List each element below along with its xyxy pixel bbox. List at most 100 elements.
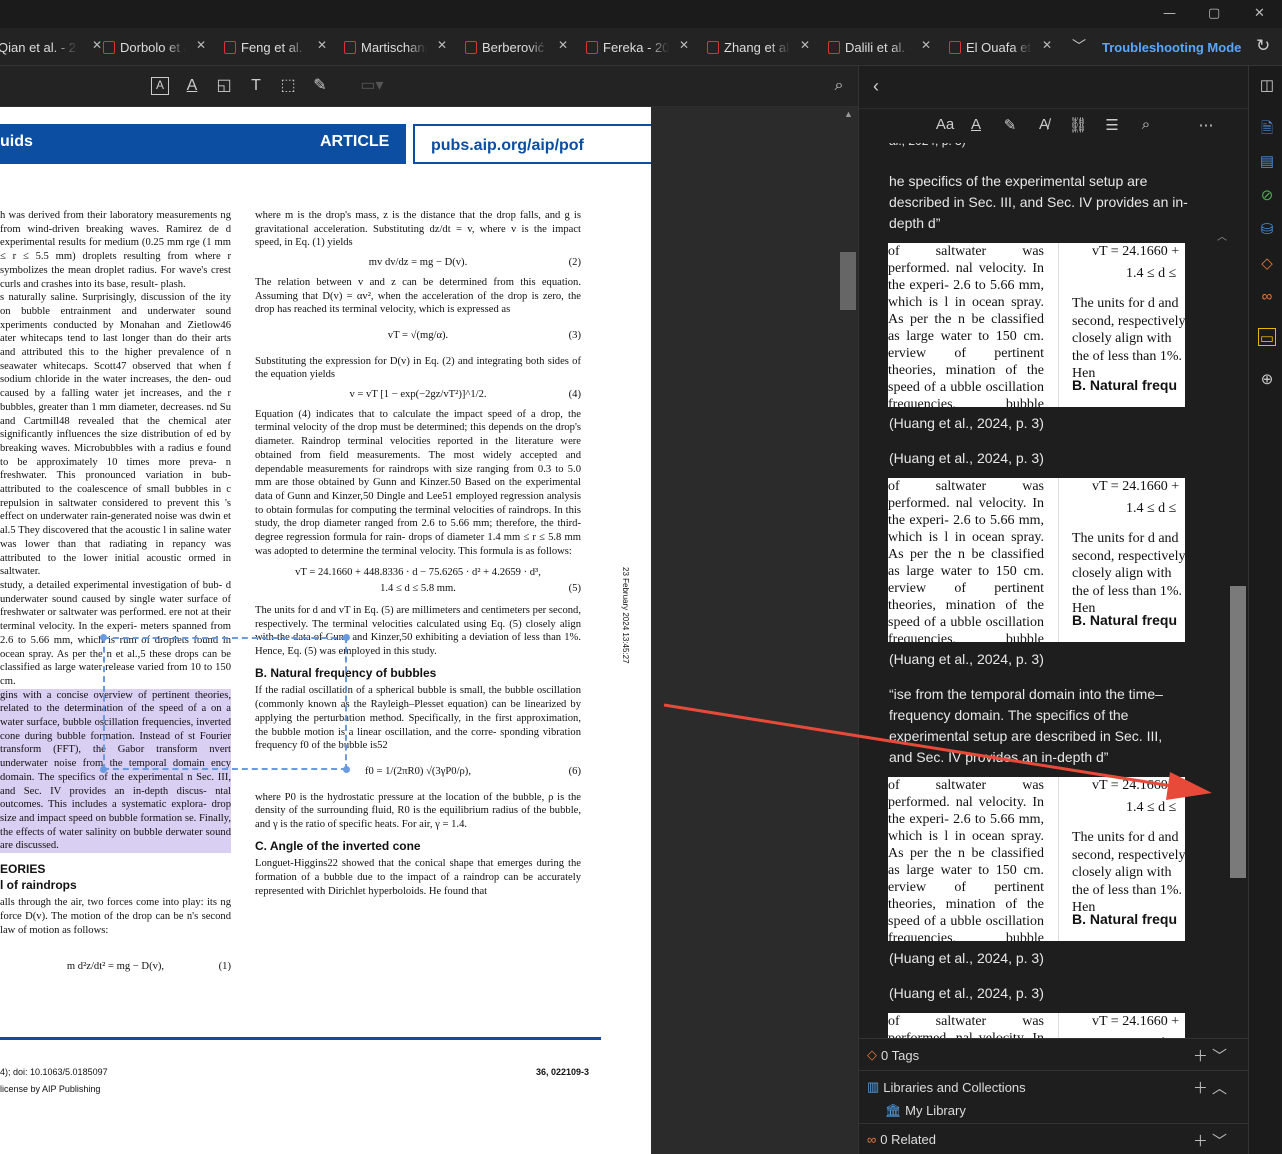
close-tab-icon[interactable]: ✕ xyxy=(92,38,102,52)
close-tab-icon[interactable]: ✕ xyxy=(1042,38,1052,52)
color-picker-icon[interactable]: ▭▾ xyxy=(357,77,387,95)
doi-text: 4); doi: 10.1063/5.0185097 xyxy=(0,1067,108,1077)
citation-icon[interactable]: ☰ xyxy=(1101,116,1123,136)
note-image-snippet[interactable]: of saltwater was performed. nal velocity… xyxy=(888,1013,1185,1038)
note-citation[interactable]: (Huang et al., 2024, p. 3) xyxy=(889,950,1044,966)
abstract-icon[interactable]: ▤ xyxy=(1258,152,1276,170)
note-image-snippet[interactable]: of saltwater was performed. nal velocity… xyxy=(888,478,1185,642)
tabs-overflow-chevron-icon[interactable]: ﹀ xyxy=(1072,36,1086,56)
link-icon[interactable]: ⛓ xyxy=(1067,116,1089,136)
pdf-page: uids ARTICLE pubs.aip.org/aip/pof h was … xyxy=(0,107,651,1154)
minimize-button[interactable]: — xyxy=(1163,6,1176,21)
my-library-item[interactable]: 🏛 My Library xyxy=(885,1103,966,1119)
maximize-button[interactable]: ▢ xyxy=(1208,6,1220,21)
tab-label: Feng et al. - xyxy=(241,39,307,55)
image-selection-box[interactable] xyxy=(103,637,347,770)
tab-document[interactable]: Zhang et al. ✕ xyxy=(707,28,814,66)
tab-document[interactable]: Dorbolo et al ✕ xyxy=(103,28,210,66)
note-citation[interactable]: (Huang et al., 2024, p. 3) xyxy=(889,415,1044,431)
selection-handle[interactable] xyxy=(100,634,107,641)
related-icon[interactable]: ∞ xyxy=(1258,288,1276,306)
close-tab-icon[interactable]: ✕ xyxy=(921,38,931,52)
back-icon[interactable]: ‹ xyxy=(873,76,879,97)
search-icon[interactable]: ⌕ xyxy=(1135,116,1157,136)
note-editor[interactable]: al., 2024, p. 3) he specifics of the exp… xyxy=(859,143,1233,1038)
note-image-snippet[interactable]: of saltwater was performed. nal velocity… xyxy=(888,243,1185,407)
highlight-text-icon[interactable]: A xyxy=(151,77,169,95)
tags-icon[interactable]: ◇ xyxy=(1258,254,1276,272)
note-quote[interactable]: “ise from the temporal domain into the t… xyxy=(889,684,1189,768)
tab-document[interactable]: Feng et al. - ✕ xyxy=(224,28,331,66)
notes-sidebar: ‹ Aa A ✎ A̸ ⛓ ☰ ⌕ ⋯ al., 2024, p. 3) he … xyxy=(858,66,1249,1154)
close-window-button[interactable]: ✕ xyxy=(1254,6,1265,21)
select-area-icon[interactable]: ⬚ xyxy=(279,77,297,95)
selection-handle[interactable] xyxy=(100,766,107,773)
reader-toolbar: A A ◱ T ⬚ ✎ ▭▾ ⌕ xyxy=(0,66,858,107)
scroll-up-icon[interactable]: ︿ xyxy=(1217,228,1227,243)
sync-icon[interactable]: ↻ xyxy=(1256,36,1270,56)
tab-document[interactable]: Dalili et al. - ✕ xyxy=(828,28,935,66)
note-citation[interactable]: (Huang et al., 2024, p. 3) xyxy=(889,985,1044,1001)
attachments-icon[interactable]: ⊘ xyxy=(1258,186,1276,204)
equation: mv dv/dz = mg − D(v). (2) xyxy=(368,257,581,269)
close-tab-icon[interactable]: ✕ xyxy=(558,38,568,52)
add-collapse-controls[interactable]: ＋ ﹀ xyxy=(1193,1130,1227,1151)
locate-icon[interactable]: ⊕ xyxy=(1258,370,1276,388)
selection-handle[interactable] xyxy=(343,766,350,773)
libraries-section[interactable]: ▥ Libraries and Collections ＋ ︿ 🏛 My Libr… xyxy=(859,1070,1249,1123)
search-icon[interactable]: ⌕ xyxy=(830,77,848,95)
note-quote[interactable]: he specifics of the experimental setup a… xyxy=(889,171,1189,234)
section-heading: EORIES xyxy=(0,862,46,877)
info-icon[interactable]: 🗎 xyxy=(1258,118,1276,137)
tab-document[interactable]: Berberović e ✕ xyxy=(465,28,572,66)
viewer-scrollbar[interactable] xyxy=(840,252,856,310)
journal-url[interactable]: pubs.aip.org/aip/pof xyxy=(413,124,651,164)
note-toolbar: Aa A ✎ A̸ ⛓ ☰ ⌕ ⋯ xyxy=(859,109,1249,143)
pdf-icon xyxy=(344,40,356,54)
tab-document[interactable]: Fereka - 202 ✕ xyxy=(586,28,693,66)
notes-icon[interactable]: ▭ xyxy=(1258,328,1276,347)
add-collapse-controls[interactable]: ＋ ︿ xyxy=(1193,1077,1227,1098)
scroll-up-icon[interactable]: ▲ xyxy=(844,109,853,119)
note-citation[interactable]: (Huang et al., 2024, p. 3) xyxy=(889,450,1044,466)
draw-icon[interactable]: ✎ xyxy=(311,77,329,95)
clear-format-icon[interactable]: A̸ xyxy=(1033,116,1055,136)
pdf-viewer[interactable]: uids ARTICLE pubs.aip.org/aip/pof h was … xyxy=(0,107,858,1154)
libraries-icon[interactable]: ⛁ xyxy=(1258,220,1276,238)
tab-document[interactable]: Martischang ✕ xyxy=(344,28,451,66)
tab-document[interactable]: Qian et al. - 2 ✕ xyxy=(0,28,106,66)
tag-icon: ◇ xyxy=(867,1047,877,1062)
tab-document[interactable]: El Ouafa et ✕ xyxy=(949,28,1056,66)
paragraph: h was derived from their laboratory meas… xyxy=(0,210,231,290)
note-citation[interactable]: (Huang et al., 2024, p. 3) xyxy=(889,651,1044,667)
underline-text-icon[interactable]: A xyxy=(183,77,201,95)
sidebar-scrollbar[interactable] xyxy=(1230,586,1246,878)
paragraph: alls through the air, two forces come in… xyxy=(0,897,231,936)
article-label: ARTICLE xyxy=(320,133,390,150)
add-collapse-controls[interactable]: ＋ ﹀ xyxy=(1193,1045,1227,1066)
more-options-icon[interactable]: ⋯ xyxy=(1195,116,1217,136)
close-tab-icon[interactable]: ✕ xyxy=(317,38,327,52)
close-tab-icon[interactable]: ✕ xyxy=(437,38,447,52)
related-section[interactable]: ∞ 0 Related ＋ ﹀ xyxy=(859,1123,1249,1154)
tab-label: Zhang et al. xyxy=(724,39,790,55)
tags-section[interactable]: ◇ 0 Tags ＋ ﹀ xyxy=(859,1038,1249,1070)
paragraph: s naturally saline. Surprisingly, discus… xyxy=(0,292,231,578)
close-tab-icon[interactable]: ✕ xyxy=(196,38,206,52)
note-icon[interactable]: ◱ xyxy=(215,77,233,95)
toggle-pane-icon[interactable]: ◫ xyxy=(1258,76,1276,94)
title-bar: — ▢ ✕ xyxy=(0,0,1282,28)
highlight-icon[interactable]: ✎ xyxy=(999,116,1021,136)
troubleshooting-mode-label[interactable]: Troubleshooting Mode xyxy=(1102,40,1241,55)
selection-handle[interactable] xyxy=(343,634,350,641)
sidebar-header: ‹ xyxy=(859,66,1249,109)
tab-label: Dorbolo et al xyxy=(120,39,186,55)
underline-icon[interactable]: A xyxy=(965,116,987,136)
note-image-snippet[interactable]: of saltwater was performed. nal velocity… xyxy=(888,777,1185,941)
close-tab-icon[interactable]: ✕ xyxy=(800,38,810,52)
font-size-icon[interactable]: Aa xyxy=(931,116,959,136)
close-tab-icon[interactable]: ✕ xyxy=(679,38,689,52)
text-icon[interactable]: T xyxy=(247,77,265,95)
left-column: h was derived from their laboratory meas… xyxy=(0,209,231,979)
paragraph: where P0 is the hydrostatic pressure at … xyxy=(255,791,581,831)
